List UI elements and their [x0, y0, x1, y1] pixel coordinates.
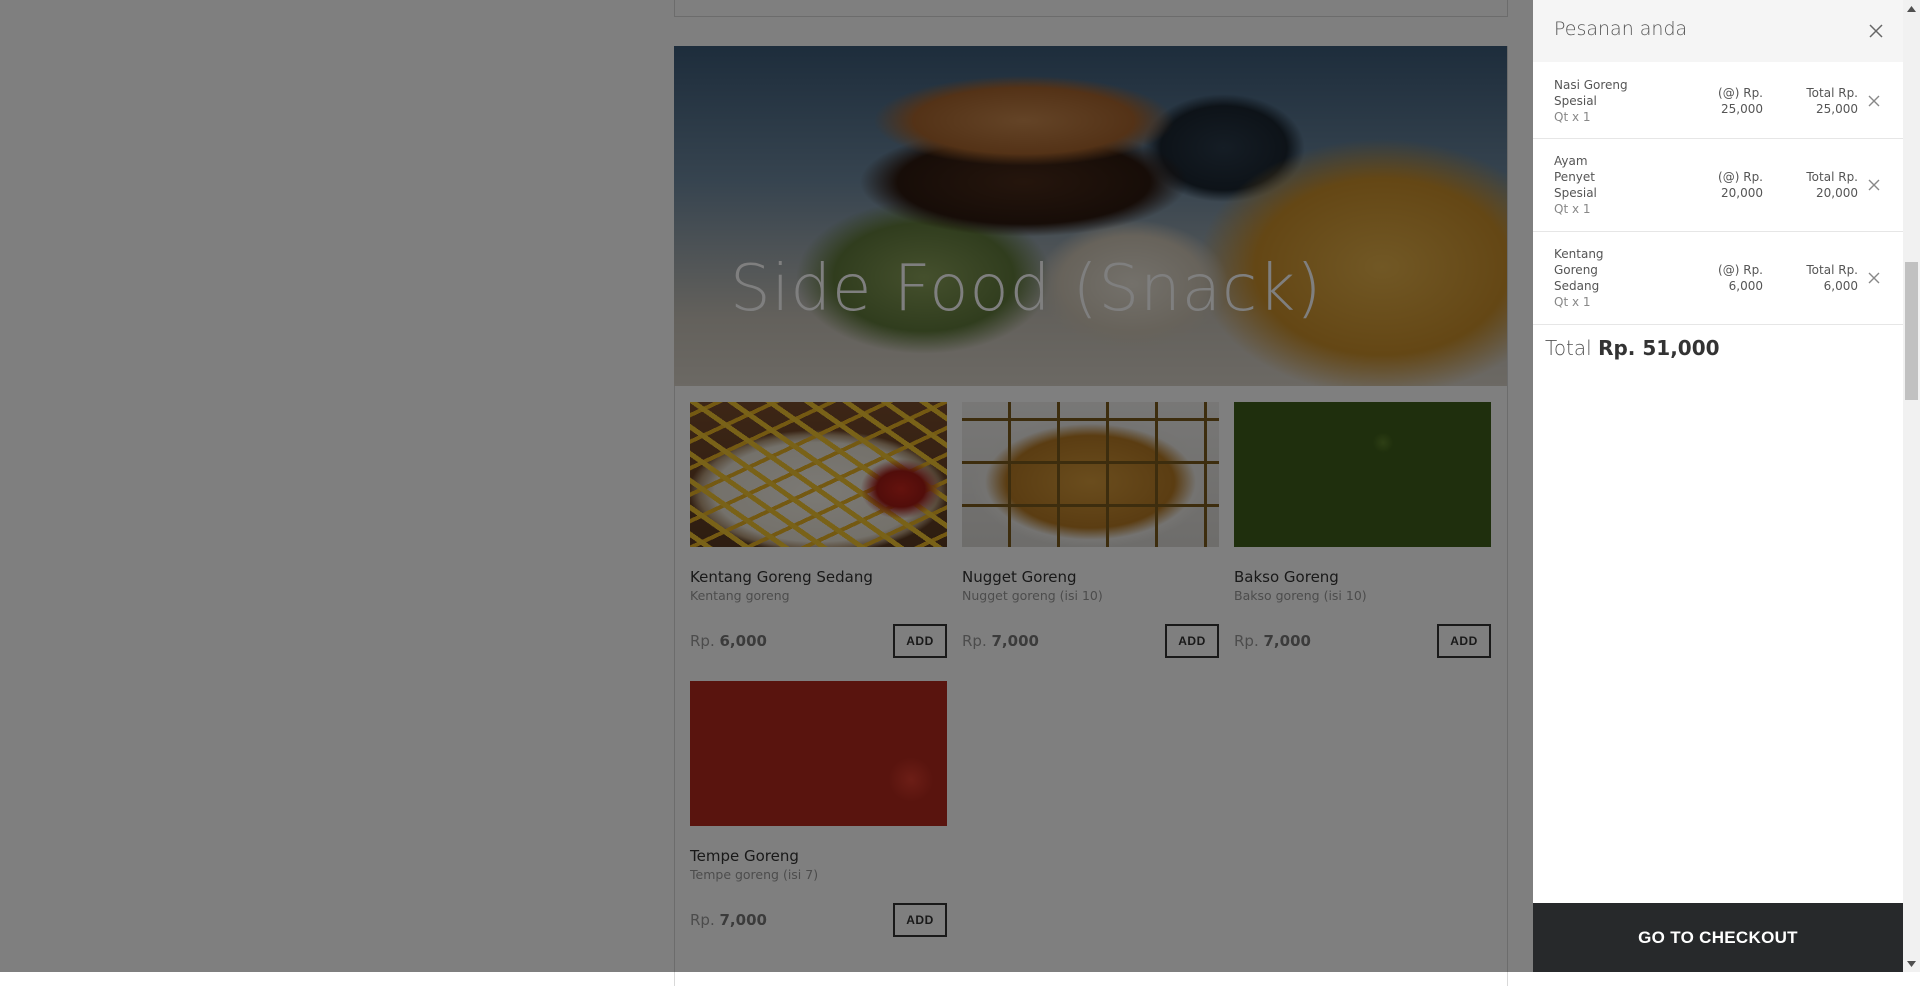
- remove-item-icon[interactable]: [1865, 176, 1883, 194]
- cart-item-total: Total Rp. 20,000: [1773, 169, 1858, 201]
- cart-item-total: Total Rp. 25,000: [1773, 85, 1858, 117]
- scrollbar-thumb[interactable]: [1905, 262, 1918, 400]
- unit-price-label: (@) Rp.: [1718, 263, 1763, 277]
- cart-drawer: Pesanan anda Nasi Goreng Spesial Qt x 1 …: [1533, 0, 1903, 972]
- cart-total: Total Rp. 51,000: [1545, 336, 1720, 360]
- cart-item-unit-price: (@) Rp. 20,000: [1683, 169, 1763, 201]
- cart-item-name-line: Penyet: [1554, 170, 1595, 184]
- item-total-value: 25,000: [1816, 102, 1858, 116]
- remove-item-icon[interactable]: [1865, 269, 1883, 287]
- unit-price-value: 20,000: [1721, 186, 1763, 200]
- item-total-value: 20,000: [1816, 186, 1858, 200]
- cart-header: Pesanan anda: [1533, 0, 1903, 62]
- cart-item-name-line: Spesial: [1554, 186, 1597, 200]
- cart-total-value: Rp. 51,000: [1598, 336, 1720, 360]
- unit-price-value: 6,000: [1728, 279, 1763, 293]
- cart-item: Kentang Goreng Sedang Qt x 1 (@) Rp. 6,0…: [1533, 232, 1903, 325]
- item-total-label: Total Rp.: [1806, 263, 1858, 277]
- close-icon[interactable]: [1865, 20, 1887, 42]
- item-total-label: Total Rp.: [1806, 170, 1858, 184]
- cart-item-name: Ayam Penyet Spesial Qt x 1: [1554, 153, 1664, 217]
- cart-item-name-line: Nasi Goreng: [1554, 78, 1628, 92]
- chevron-up-icon[interactable]: [1903, 0, 1920, 17]
- checkout-button[interactable]: GO TO CHECKOUT: [1533, 903, 1903, 972]
- chevron-down-icon[interactable]: [1903, 955, 1920, 972]
- cart-item-name: Nasi Goreng Spesial Qt x 1: [1554, 77, 1664, 125]
- cart-item: Nasi Goreng Spesial Qt x 1 (@) Rp. 25,00…: [1533, 63, 1903, 139]
- cart-item-name-line: Kentang: [1554, 247, 1604, 261]
- item-total-label: Total Rp.: [1806, 86, 1858, 100]
- unit-price-label: (@) Rp.: [1718, 170, 1763, 184]
- cart-item-qty: Qt x 1: [1554, 295, 1591, 309]
- cart-item-name-line: Goreng: [1554, 263, 1598, 277]
- remove-item-icon[interactable]: [1865, 92, 1883, 110]
- cart-item-unit-price: (@) Rp. 6,000: [1683, 262, 1763, 294]
- unit-price-label: (@) Rp.: [1718, 86, 1763, 100]
- cart-title: Pesanan anda: [1554, 18, 1688, 40]
- cart-item-unit-price: (@) Rp. 25,000: [1683, 85, 1763, 117]
- cart-total-label: Total: [1545, 336, 1592, 360]
- cart-item-name-line: Spesial: [1554, 94, 1597, 108]
- cart-item-qty: Qt x 1: [1554, 202, 1591, 216]
- cart-item-name-line: Ayam: [1554, 154, 1588, 168]
- cart-item-name: Kentang Goreng Sedang Qt x 1: [1554, 246, 1664, 310]
- cart-item-name-line: Sedang: [1554, 279, 1600, 293]
- cart-item: Ayam Penyet Spesial Qt x 1 (@) Rp. 20,00…: [1533, 139, 1903, 232]
- vertical-scrollbar[interactable]: [1903, 0, 1920, 972]
- cart-item-qty: Qt x 1: [1554, 110, 1591, 124]
- item-total-value: 6,000: [1823, 279, 1858, 293]
- cart-list: Nasi Goreng Spesial Qt x 1 (@) Rp. 25,00…: [1533, 63, 1903, 325]
- cart-item-total: Total Rp. 6,000: [1773, 262, 1858, 294]
- unit-price-value: 25,000: [1721, 102, 1763, 116]
